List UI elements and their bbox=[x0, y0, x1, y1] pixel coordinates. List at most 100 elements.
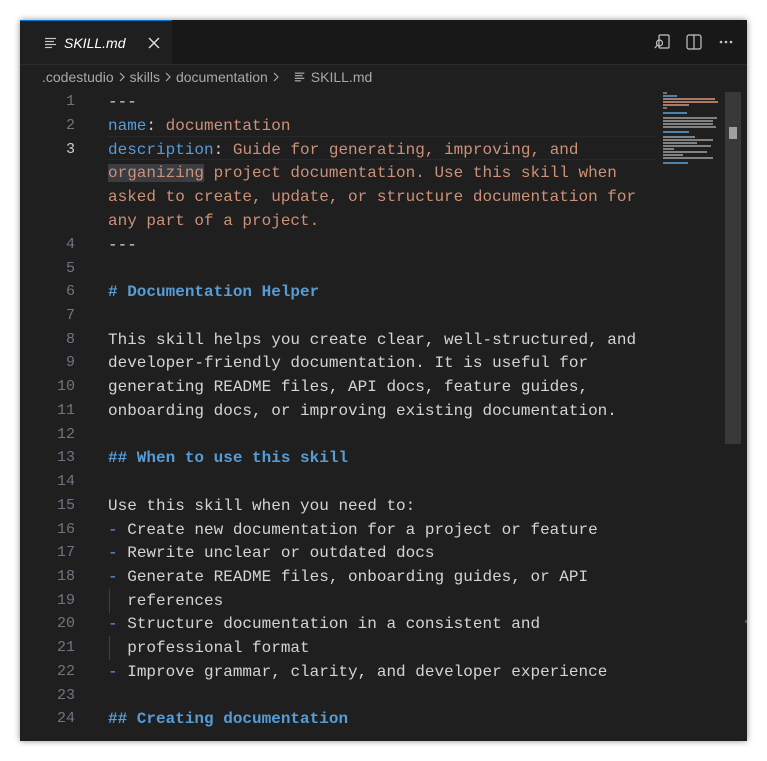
minimap-line bbox=[663, 92, 667, 94]
code-line: - Improve grammar, clarity, and develope… bbox=[108, 660, 607, 684]
code-line: - Structure documentation in a consisten… bbox=[108, 612, 540, 636]
minimap-line bbox=[663, 104, 689, 106]
yaml-key: description bbox=[108, 141, 214, 159]
minimap-line bbox=[663, 148, 674, 150]
breadcrumb: .codestudio skills documentation SKILL.m… bbox=[42, 66, 372, 88]
list-item-text: Structure documentation in a consistent … bbox=[117, 615, 541, 633]
minimap-line bbox=[663, 162, 688, 164]
markdown-file-icon bbox=[294, 71, 306, 83]
code-line: Use this skill when you need to: bbox=[108, 494, 415, 518]
yaml-key: name bbox=[108, 117, 147, 135]
breadcrumb-item-skill-md[interactable]: SKILL.md bbox=[311, 69, 372, 85]
breadcrumb-item-skills[interactable]: skills bbox=[130, 69, 160, 85]
minimap-line bbox=[663, 145, 711, 147]
line-number: 1 bbox=[65, 93, 75, 110]
code-line: ## Creating documentation bbox=[108, 707, 348, 731]
line-number: 23 bbox=[56, 687, 75, 704]
indent-guide bbox=[109, 636, 110, 660]
code-line-wrapped: organizing project documentation. Use th… bbox=[108, 161, 617, 185]
breadcrumb-item-codestudio[interactable]: .codestudio bbox=[42, 69, 114, 85]
code-line: developer-friendly documentation. It is … bbox=[108, 351, 588, 375]
split-editor-icon[interactable] bbox=[683, 31, 705, 53]
line-number: 7 bbox=[65, 307, 75, 324]
list-marker: - bbox=[108, 663, 118, 681]
scrollbar-cursor-marker bbox=[729, 127, 737, 139]
tab-skill-md[interactable]: SKILL.md bbox=[20, 20, 172, 64]
paragraph-text: onboarding docs, or improving existing d… bbox=[108, 402, 617, 420]
overview-ruler-mark bbox=[745, 620, 747, 623]
line-number-active: 3 bbox=[65, 141, 75, 158]
minimap-line bbox=[663, 98, 715, 100]
line-number: 5 bbox=[65, 260, 75, 277]
list-item-text: Create new documentation for a project o… bbox=[117, 521, 598, 539]
code-line: name: documentation bbox=[108, 114, 290, 138]
list-marker: - bbox=[108, 615, 118, 633]
minimap-line bbox=[663, 142, 697, 144]
code-line: - Rewrite unclear or outdated docs bbox=[108, 541, 434, 565]
heading-1: # Documentation Helper bbox=[108, 283, 320, 301]
paragraph-text: This skill helps you create clear, well-… bbox=[108, 331, 637, 349]
minimap-line bbox=[663, 123, 713, 125]
line-number: 14 bbox=[56, 473, 75, 490]
line-number: 6 bbox=[65, 283, 75, 300]
tab-label: SKILL.md bbox=[64, 34, 126, 51]
list-item-text: Generate README files, onboarding guides… bbox=[117, 568, 589, 586]
line-number: 13 bbox=[56, 449, 75, 466]
line-number: 24 bbox=[56, 710, 75, 727]
frontmatter-delimiter: --- bbox=[108, 93, 137, 111]
list-marker: - bbox=[108, 568, 118, 586]
code-line: professional format bbox=[108, 636, 310, 660]
line-number: 16 bbox=[56, 521, 75, 538]
editor-actions bbox=[651, 20, 737, 64]
line-number: 18 bbox=[56, 568, 75, 585]
minimap-line bbox=[663, 120, 713, 122]
line-number: 2 bbox=[65, 117, 75, 134]
minimap-line bbox=[663, 131, 689, 133]
list-item-text: professional format bbox=[108, 639, 310, 657]
minimap[interactable] bbox=[663, 92, 723, 172]
line-number: 8 bbox=[65, 331, 75, 348]
list-marker: - bbox=[108, 521, 118, 539]
code-line-wrapped: asked to create, update, or structure do… bbox=[108, 185, 636, 209]
markdown-file-icon bbox=[44, 36, 58, 50]
code-line: This skill helps you create clear, well-… bbox=[108, 328, 636, 352]
code-editor[interactable]: 1 2 3 4 5 6 7 8 9 10 11 12 13 14 15 16 1… bbox=[20, 90, 747, 741]
minimap-line bbox=[663, 107, 667, 109]
minimap-line bbox=[663, 126, 716, 128]
more-actions-icon[interactable] bbox=[715, 31, 737, 53]
line-number: 21 bbox=[56, 639, 75, 656]
tab-bar: SKILL.md bbox=[20, 20, 747, 65]
breadcrumb-item-documentation[interactable]: documentation bbox=[176, 69, 268, 85]
selected-word: organizing bbox=[108, 164, 205, 182]
minimap-line bbox=[663, 157, 713, 159]
chevron-right-icon bbox=[118, 71, 126, 83]
frontmatter-delimiter: --- bbox=[108, 236, 137, 254]
code-line: ## When to use this skill bbox=[108, 446, 348, 470]
line-number: 19 bbox=[56, 592, 75, 609]
line-number: 9 bbox=[65, 354, 75, 371]
minimap-line bbox=[663, 95, 677, 97]
list-marker: - bbox=[108, 544, 118, 562]
paragraph-text: generating README files, API docs, featu… bbox=[108, 378, 589, 396]
open-preview-to-side-icon[interactable] bbox=[651, 31, 673, 53]
code-line: onboarding docs, or improving existing d… bbox=[108, 399, 617, 423]
line-number: 12 bbox=[56, 426, 75, 443]
close-icon[interactable] bbox=[144, 33, 164, 53]
yaml-colon: : bbox=[213, 141, 224, 159]
code-line-wrapped: any part of a project. bbox=[108, 209, 319, 233]
yaml-value: project documentation. Use this skill wh… bbox=[204, 164, 617, 182]
code-line: # Documentation Helper bbox=[108, 280, 319, 304]
code-line: --- bbox=[108, 233, 137, 257]
vertical-scrollbar-thumb[interactable] bbox=[725, 92, 741, 444]
code-line: generating README files, API docs, featu… bbox=[108, 375, 588, 399]
line-number: 4 bbox=[65, 236, 75, 253]
list-item-text: Improve grammar, clarity, and developer … bbox=[117, 663, 608, 681]
code-line: --- bbox=[108, 90, 137, 114]
line-number: 20 bbox=[56, 615, 75, 632]
list-item-text: references bbox=[108, 592, 224, 610]
minimap-line bbox=[663, 136, 695, 138]
chevron-right-icon bbox=[164, 71, 172, 83]
minimap-line bbox=[663, 117, 717, 119]
minimap-line bbox=[663, 139, 713, 141]
line-number: 22 bbox=[56, 663, 75, 680]
